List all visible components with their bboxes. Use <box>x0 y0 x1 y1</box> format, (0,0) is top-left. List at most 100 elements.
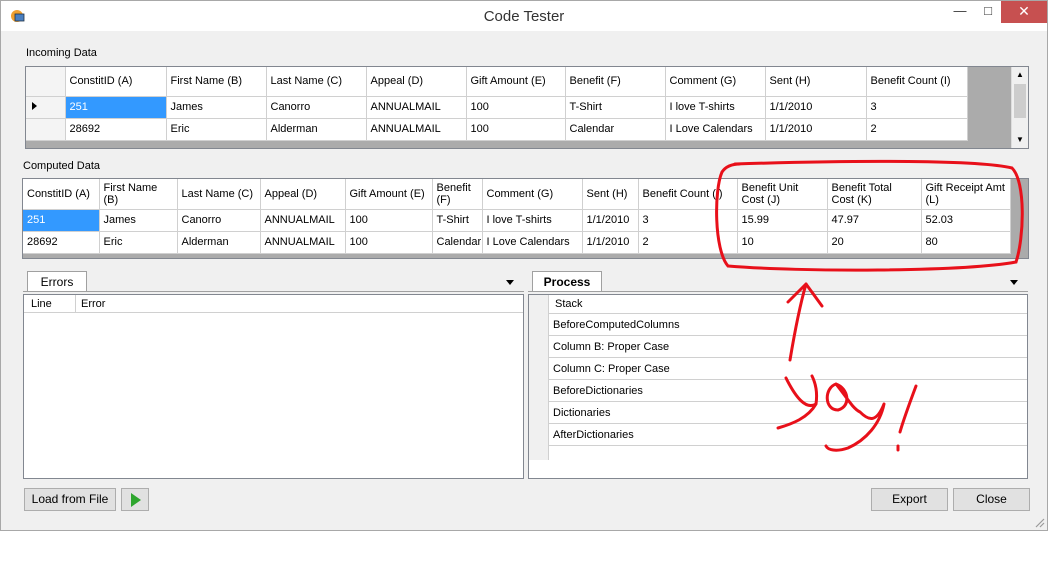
table-cell[interactable]: Canorro <box>177 209 261 232</box>
table-cell[interactable]: 47.97 <box>827 209 922 232</box>
table-cell[interactable]: ANNUALMAIL <box>260 231 346 254</box>
errors-header: Line Error <box>24 295 523 313</box>
table-cell[interactable]: ANNUALMAIL <box>366 96 467 119</box>
table-cell[interactable]: I love T-shirts <box>665 96 766 119</box>
close-button[interactable]: Close <box>953 488 1030 511</box>
column-header[interactable]: Stack <box>549 295 1027 314</box>
table-cell[interactable]: Calendar <box>565 118 666 141</box>
table-cell[interactable]: Alderman <box>177 231 261 254</box>
column-header[interactable]: Last Name (C) <box>177 179 261 210</box>
table-cell[interactable]: James <box>166 96 267 119</box>
table-cell[interactable]: 52.03 <box>921 209 1011 232</box>
table-cell[interactable]: T-Shirt <box>565 96 666 119</box>
column-header[interactable]: Last Name (C) <box>266 67 367 97</box>
incoming-data-grid[interactable]: ConstitID (A) First Name (B) Last Name (… <box>25 66 1029 149</box>
column-header[interactable]: Appeal (D) <box>260 179 346 210</box>
column-header[interactable]: Gift Amount (E) <box>466 67 566 97</box>
errors-list[interactable]: Line Error <box>23 294 524 479</box>
table-cell[interactable]: 20 <box>827 231 922 254</box>
close-window-button[interactable]: ✕ <box>1001 1 1047 23</box>
column-header[interactable]: Appeal (D) <box>366 67 467 97</box>
table-row[interactable]: 28692 Eric Alderman ANNUALMAIL 100 Calen… <box>26 118 968 141</box>
process-stack-grid[interactable]: Stack BeforeComputedColumns Column B: Pr… <box>528 294 1028 479</box>
table-cell[interactable]: 251 <box>23 209 100 232</box>
vertical-scrollbar[interactable]: ▲ ▼ <box>1011 67 1028 148</box>
scroll-thumb[interactable] <box>1014 84 1026 118</box>
column-header[interactable]: Error <box>81 298 105 310</box>
table-cell[interactable]: T-Shirt <box>432 209 483 232</box>
table-cell[interactable]: 15.99 <box>737 209 828 232</box>
row-header[interactable] <box>26 118 66 141</box>
table-cell[interactable]: Canorro <box>266 96 367 119</box>
column-header[interactable]: Benefit (F) <box>565 67 666 97</box>
list-item[interactable]: BeforeComputedColumns <box>549 314 1027 336</box>
table-cell[interactable]: Eric <box>166 118 267 141</box>
maximize-button[interactable]: □ <box>975 1 1001 23</box>
column-header[interactable]: Benefit Total Cost (K) <box>827 179 922 210</box>
table-cell[interactable]: 2 <box>866 118 968 141</box>
table-cell[interactable]: James <box>99 209 178 232</box>
column-header[interactable]: Comment (G) <box>665 67 766 97</box>
computed-data-grid[interactable]: ConstitID (A) First Name (B) Last Name (… <box>22 178 1029 259</box>
column-header[interactable]: First Name (B) <box>166 67 267 97</box>
list-item[interactable]: Column C: Proper Case <box>549 358 1027 380</box>
table-cell[interactable]: 100 <box>345 231 433 254</box>
export-button[interactable]: Export <box>871 488 948 511</box>
table-row[interactable]: 28692 Eric Alderman ANNUALMAIL 100 Calen… <box>23 231 1011 254</box>
tab-errors[interactable]: Errors <box>27 271 87 292</box>
column-header[interactable]: Gift Amount (E) <box>345 179 433 210</box>
chevron-down-icon[interactable] <box>1010 280 1018 285</box>
column-divider[interactable] <box>75 295 76 313</box>
column-header[interactable]: Gift Receipt Amt (L) <box>921 179 1011 210</box>
table-cell[interactable]: 3 <box>638 209 738 232</box>
table-cell[interactable]: 100 <box>345 209 433 232</box>
table-cell[interactable]: 28692 <box>65 118 167 141</box>
column-header[interactable]: Benefit (F) <box>432 179 483 210</box>
table-row[interactable]: 251 James Canorro ANNUALMAIL 100 T-Shirt… <box>23 209 1011 232</box>
table-cell[interactable]: 1/1/2010 <box>582 209 639 232</box>
scroll-down-icon[interactable]: ▼ <box>1012 132 1028 148</box>
resize-grip-icon[interactable] <box>1033 516 1045 528</box>
column-header[interactable]: Benefit Unit Cost (J) <box>737 179 828 210</box>
table-cell[interactable]: 251 <box>65 96 167 119</box>
column-header[interactable]: Comment (G) <box>482 179 583 210</box>
minimize-button[interactable]: — <box>945 1 975 23</box>
load-from-file-button[interactable]: Load from File <box>24 488 116 511</box>
column-header[interactable]: Sent (H) <box>765 67 867 97</box>
table-cell[interactable]: ANNUALMAIL <box>366 118 467 141</box>
table-cell[interactable]: 100 <box>466 118 566 141</box>
table-cell[interactable]: 1/1/2010 <box>582 231 639 254</box>
list-item[interactable]: AfterDictionaries <box>549 424 1027 446</box>
table-cell[interactable]: 28692 <box>23 231 100 254</box>
table-cell[interactable]: 100 <box>466 96 566 119</box>
list-item[interactable]: Column B: Proper Case <box>549 336 1027 358</box>
column-header[interactable]: Benefit Count (I) <box>866 67 968 97</box>
tab-process[interactable]: Process <box>532 271 602 292</box>
column-header[interactable]: First Name (B) <box>99 179 178 210</box>
list-item[interactable]: Dictionaries <box>549 402 1027 424</box>
column-header[interactable]: ConstitID (A) <box>23 179 100 210</box>
row-header[interactable] <box>26 96 66 119</box>
table-cell[interactable]: 10 <box>737 231 828 254</box>
scroll-up-icon[interactable]: ▲ <box>1012 67 1028 83</box>
chevron-down-icon[interactable] <box>506 280 514 285</box>
table-cell[interactable]: 1/1/2010 <box>765 118 867 141</box>
column-header[interactable]: Line <box>31 298 52 310</box>
column-header[interactable]: Sent (H) <box>582 179 639 210</box>
table-cell[interactable]: I Love Calendars <box>665 118 766 141</box>
table-cell[interactable]: 1/1/2010 <box>765 96 867 119</box>
table-cell[interactable]: Alderman <box>266 118 367 141</box>
table-cell[interactable]: 3 <box>866 96 968 119</box>
table-cell[interactable]: Calendar <box>432 231 483 254</box>
table-cell[interactable]: I Love Calendars <box>482 231 583 254</box>
table-row[interactable]: 251 James Canorro ANNUALMAIL 100 T-Shirt… <box>26 96 968 119</box>
table-cell[interactable]: I love T-shirts <box>482 209 583 232</box>
list-item[interactable]: BeforeDictionaries <box>549 380 1027 402</box>
table-cell[interactable]: Eric <box>99 231 178 254</box>
table-cell[interactable]: 2 <box>638 231 738 254</box>
column-header[interactable]: ConstitID (A) <box>65 67 167 97</box>
column-header[interactable]: Benefit Count (I) <box>638 179 738 210</box>
table-cell[interactable]: 80 <box>921 231 1011 254</box>
run-button[interactable] <box>121 488 149 511</box>
table-cell[interactable]: ANNUALMAIL <box>260 209 346 232</box>
